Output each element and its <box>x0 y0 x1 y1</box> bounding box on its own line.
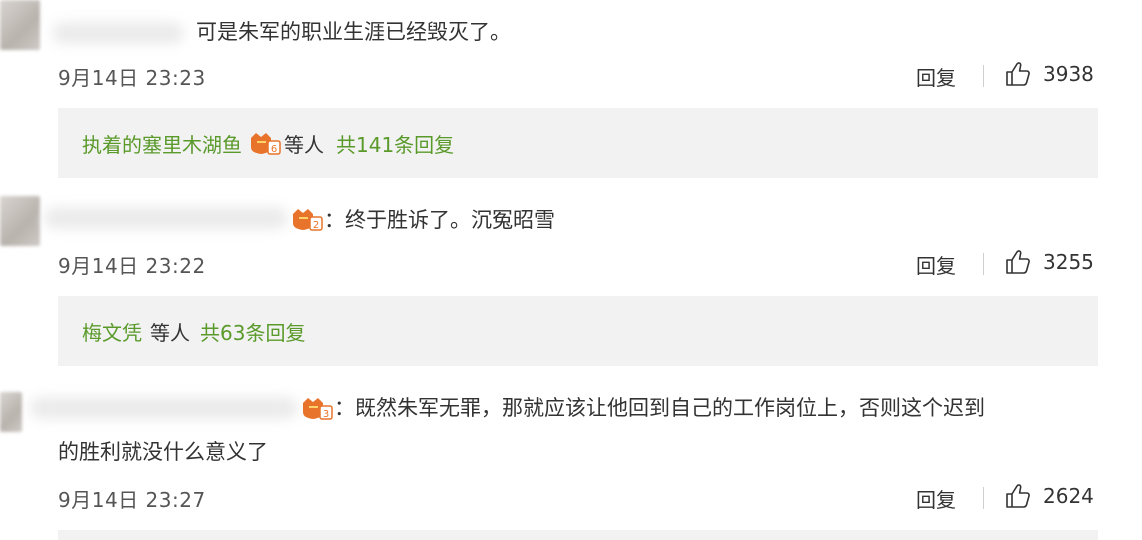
reply-summary-partial[interactable] <box>58 530 1098 540</box>
divider <box>983 65 984 87</box>
reply-button[interactable]: 回复 <box>916 62 956 91</box>
thumbs-up-icon <box>1006 484 1030 508</box>
like-count: 3255 <box>1043 250 1094 274</box>
reply-button[interactable]: 回复 <box>916 484 956 513</box>
level-number: 3 <box>323 409 329 420</box>
avatar[interactable] <box>0 0 40 50</box>
reply-user-link[interactable]: 梅文凭 <box>82 317 142 346</box>
reply-button[interactable]: 回复 <box>916 250 956 279</box>
username-redacted <box>52 22 184 44</box>
comment-text: 可是朱军的职业生涯已经毁灭了。 <box>196 20 511 44</box>
comment-text: ：既然朱军无罪，那就应该让他回到自己的工作岗位上，否则这个迟到 <box>334 396 985 420</box>
divider <box>983 253 984 275</box>
username-redacted <box>44 207 288 229</box>
reply-user-link[interactable]: 执着的塞里木湖鱼 <box>82 129 242 158</box>
user-level-badge-icon: 6 <box>251 133 281 155</box>
like-count: 3938 <box>1043 62 1094 86</box>
like-count: 2624 <box>1043 484 1094 508</box>
comment-body: 终于胜诉了。沉冤昭雪 <box>345 208 555 232</box>
level-number: 6 <box>271 144 277 155</box>
comment-text-line2: 的胜利就没什么意义了 <box>58 440 268 464</box>
thumbs-up-icon <box>1006 250 1030 274</box>
comment-timestamp: 9月14日 23:22 <box>58 254 206 278</box>
reply-total-link[interactable]: 共141条回复 <box>336 129 454 158</box>
reply-total-link[interactable]: 共63条回复 <box>200 317 305 346</box>
username-redacted <box>30 397 298 419</box>
comment-text: ：终于胜诉了。沉冤昭雪 <box>324 208 555 232</box>
like-button[interactable]: 3938 <box>1004 60 1094 88</box>
user-level-badge-icon: 3 <box>303 398 333 420</box>
avatar[interactable] <box>0 392 22 432</box>
reply-others-label: 等人 <box>284 132 324 157</box>
divider <box>983 487 984 509</box>
reply-others-label: 等人 <box>150 320 190 345</box>
level-number: 2 <box>313 220 319 231</box>
like-button[interactable]: 3255 <box>1004 248 1094 276</box>
avatar[interactable] <box>0 196 40 246</box>
comment-timestamp: 9月14日 23:27 <box>58 488 206 512</box>
thumbs-up-icon <box>1006 62 1030 86</box>
comment-timestamp: 9月14日 23:23 <box>58 66 206 90</box>
reply-summary[interactable]: 执着的塞里木湖鱼 6 等人 共141条回复 <box>58 108 1098 178</box>
like-button[interactable]: 2624 <box>1004 482 1094 510</box>
reply-summary[interactable]: 梅文凭 等人 共63条回复 <box>58 296 1098 366</box>
user-level-badge-icon: 2 <box>293 209 323 231</box>
comment-body-line1: 既然朱军无罪，那就应该让他回到自己的工作岗位上，否则这个迟到 <box>355 396 985 420</box>
